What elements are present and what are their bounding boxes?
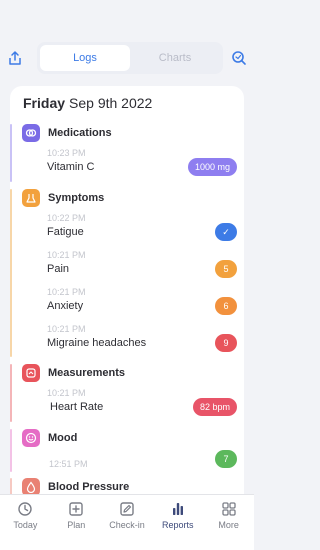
log-entry[interactable]: 10:21 PM Migraine headaches 9: [47, 324, 237, 354]
log-entry[interactable]: 10:22 PM Fatigue ✓: [47, 213, 237, 243]
edit-icon: [120, 502, 134, 516]
section-medications: Medications 10:23 PM Vitamin C 1000 mg: [10, 124, 244, 184]
tab-label: Reports: [162, 520, 194, 530]
section-measurements: Measurements 10:21 PM Heart Rate 82 bpm: [10, 364, 244, 424]
bottom-tab-bar: Today Plan Check-in Reports More: [0, 494, 254, 550]
entry-label: Heart Rate: [50, 401, 104, 413]
tab-label: Plan: [67, 520, 86, 530]
section-title: Medications: [48, 127, 112, 139]
section-title: Blood Pressure: [48, 481, 130, 493]
section-header[interactable]: Measurements: [22, 364, 125, 382]
section-mood: Mood 12:51 PM 7: [10, 429, 244, 474]
section-bar: [10, 364, 12, 422]
severity-badge: 9: [215, 334, 237, 352]
value-badge: 82 bpm: [192, 398, 237, 416]
checkmark-badge: ✓: [215, 223, 237, 241]
top-bar: Logs Charts: [0, 42, 254, 74]
smiley-icon: [22, 429, 40, 447]
section-title: Symptoms: [48, 192, 105, 204]
entry-label: Anxiety: [47, 300, 84, 312]
log-entry[interactable]: 10:21 PM Anxiety 6: [47, 287, 237, 317]
symptom-icon: [22, 189, 40, 207]
tab-label: Today: [13, 520, 38, 530]
entry-time: 10:21 PM: [47, 388, 86, 398]
tab-label: Check-in: [109, 520, 145, 530]
bar-chart-icon: [172, 503, 183, 515]
entry-time: 10:21 PM: [47, 287, 86, 297]
log-entry[interactable]: 10:21 PM Heart Rate 82 bpm: [47, 388, 237, 418]
section-symptoms: Symptoms 10:22 PM Fatigue ✓ 10:21 PM Pai…: [10, 189, 244, 359]
tab-logs[interactable]: Logs: [40, 45, 130, 71]
grid-icon: [221, 502, 236, 516]
log-day: Friday: [23, 95, 66, 111]
section-title: Measurements: [48, 367, 126, 379]
tab-charts[interactable]: Charts: [130, 45, 220, 71]
value-badge: 1000 mg: [187, 158, 237, 176]
entry-time: 12:51 PM: [49, 459, 88, 469]
entry-label: Migraine headaches: [47, 337, 147, 349]
tab-more[interactable]: More: [203, 495, 254, 550]
search-button[interactable]: [228, 47, 250, 69]
section-bar: [10, 124, 12, 182]
log-date-heading: Friday Sep 9th 2022: [23, 95, 152, 111]
severity-badge: 5: [215, 260, 237, 278]
severity-badge: 6: [215, 297, 237, 315]
pill-icon: [22, 124, 40, 142]
section-header[interactable]: Medications: [22, 124, 112, 142]
section-title: Mood: [48, 432, 78, 444]
log-entry[interactable]: 10:23 PM Vitamin C 1000 mg: [47, 148, 237, 178]
measurement-icon: [22, 364, 40, 382]
entry-label: Pain: [47, 263, 70, 275]
tab-label: More: [218, 520, 239, 530]
log-date: Sep 9th 2022: [69, 95, 153, 111]
entry-time: 10:22 PM: [47, 213, 86, 223]
plus-square-icon: [69, 502, 83, 516]
entry-label: Vitamin C: [47, 161, 95, 173]
share-icon: [9, 51, 21, 65]
clock-icon: [18, 502, 33, 516]
log-card: Friday Sep 9th 2022 Medications 10:23 PM …: [10, 86, 244, 506]
entry-time: 10:21 PM: [47, 324, 86, 334]
tab-reports[interactable]: Reports: [152, 495, 203, 550]
search-icon: [232, 51, 246, 65]
section-header[interactable]: Symptoms: [22, 189, 104, 207]
section-bar: [10, 429, 12, 472]
logs-charts-segmented-control: Logs Charts: [37, 42, 223, 74]
share-button[interactable]: [4, 47, 26, 69]
entry-label: Fatigue: [47, 226, 84, 238]
tab-today[interactable]: Today: [0, 495, 51, 550]
section-header[interactable]: Mood: [22, 429, 77, 447]
entry-time: 10:23 PM: [47, 148, 86, 158]
tab-plan[interactable]: Plan: [51, 495, 102, 550]
tab-check-in[interactable]: Check-in: [102, 495, 153, 550]
mood-score-badge: 7: [215, 450, 237, 468]
log-entry[interactable]: 12:51 PM 7: [47, 447, 237, 477]
section-bar: [10, 189, 12, 357]
entry-time: 10:21 PM: [47, 250, 86, 260]
log-entry[interactable]: 10:21 PM Pain 5: [47, 250, 237, 280]
